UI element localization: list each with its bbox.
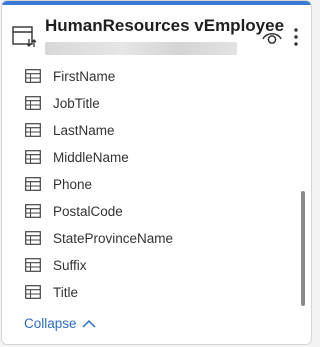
collapse-label: Collapse [24, 316, 77, 331]
field-label: Phone [53, 176, 93, 192]
field-label: MiddleName [53, 149, 129, 165]
card-header: HumanResources vEmployee [2, 5, 311, 67]
field-label: StateProvinceName [53, 230, 174, 246]
table-refresh-icon [12, 26, 37, 47]
field-list: FirstName JobTitle LastName MiddleName P… [2, 67, 311, 311]
field-label: FirstName [53, 68, 116, 84]
table-card: HumanResources vEmployee FirstName JobTi… [1, 0, 312, 345]
table-icon [25, 231, 41, 245]
table-icon [25, 123, 41, 137]
field-label: LastName [53, 122, 115, 138]
scrollbar-thumb[interactable] [301, 191, 305, 306]
list-item[interactable]: Title [25, 281, 78, 303]
field-label: PostalCode [53, 203, 123, 219]
table-icon [25, 96, 41, 110]
list-item[interactable]: Suffix [25, 254, 87, 276]
collapse-button[interactable]: Collapse [24, 316, 96, 331]
list-item[interactable]: PostalCode [25, 200, 123, 222]
table-icon [25, 285, 41, 299]
list-item[interactable]: LastName [25, 119, 115, 141]
redacted-subtitle [45, 42, 237, 55]
chevron-up-icon [82, 319, 96, 328]
table-icon [25, 69, 41, 83]
field-label: Title [53, 284, 79, 300]
field-label: JobTitle [53, 95, 100, 111]
list-item[interactable]: Phone [25, 173, 92, 195]
table-icon [25, 177, 41, 191]
table-icon [25, 204, 41, 218]
list-item[interactable]: StateProvinceName [25, 227, 173, 249]
list-item[interactable]: JobTitle [25, 92, 100, 114]
list-item[interactable]: FirstName [25, 65, 115, 87]
table-icon [25, 150, 41, 164]
table-icon [25, 258, 41, 272]
page-title: HumanResources vEmployee [45, 16, 285, 35]
eye-icon[interactable] [261, 27, 283, 47]
more-vertical-icon[interactable] [289, 25, 303, 49]
field-label: Suffix [53, 257, 87, 273]
list-item[interactable]: MiddleName [25, 146, 129, 168]
